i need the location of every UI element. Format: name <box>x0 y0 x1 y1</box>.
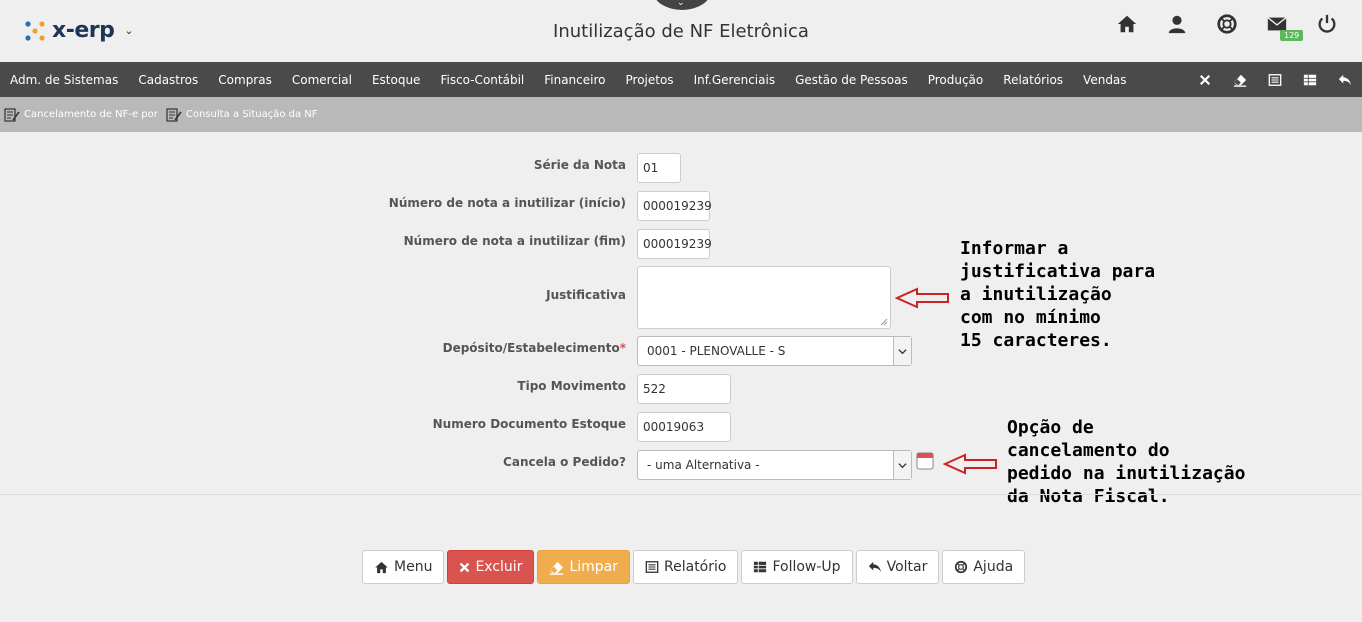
serie-label: Série da Nota <box>533 158 626 172</box>
divider <box>0 494 1362 495</box>
voltar-button-label: Voltar <box>886 559 928 575</box>
collapse-tab[interactable]: ⌄ <box>653 0 711 10</box>
home-icon <box>375 561 388 573</box>
menu-item-fisco-contabil[interactable]: Fisco-Contábil <box>430 73 534 87</box>
serie-input[interactable]: 01 <box>637 153 681 183</box>
cancela-pedido-label: Cancela o Pedido? <box>503 455 626 469</box>
followup-button-label: Follow-Up <box>772 559 841 575</box>
menu-item-cadastros[interactable]: Cadastros <box>128 73 208 87</box>
numero-documento-input[interactable]: 00019063 <box>637 412 731 442</box>
user-icon[interactable] <box>1166 13 1188 35</box>
deposito-label-text: Depósito/Estabelecimento <box>442 341 620 355</box>
close-button[interactable] <box>1187 62 1222 97</box>
mail-count-badge: 129 <box>1280 30 1304 41</box>
close-icon <box>1199 74 1210 85</box>
limpar-button-label: Limpar <box>569 559 619 575</box>
shortcut-label: Consulta a Situação da NF <box>185 109 318 120</box>
annotation-arrow <box>895 287 949 309</box>
annotation-line: pedido na inutilização <box>1007 463 1246 484</box>
eraser-icon <box>1233 74 1246 87</box>
excluir-button[interactable]: Excluir <box>447 550 535 584</box>
chevron-down-icon <box>893 451 911 479</box>
close-icon <box>460 562 470 572</box>
justificativa-annotation: Informar a justificativa para a inutiliz… <box>960 237 1155 352</box>
menu-button[interactable]: Menu <box>362 550 445 584</box>
required-asterisk: * <box>619 341 626 355</box>
shortcut-cancelamento-nfe[interactable]: Cancelamento de NF-e por <box>4 107 158 123</box>
annotation-line: com no mínimo <box>960 307 1101 328</box>
annotation-line: justificativa para <box>960 261 1156 282</box>
menu-button-label: Menu <box>394 559 433 575</box>
annotation-line: Opção de <box>1007 417 1094 438</box>
resize-handle-icon[interactable] <box>880 318 888 326</box>
ajuda-button[interactable]: Ajuda <box>942 550 1026 584</box>
chevron-down-icon: ⌄ <box>677 0 685 8</box>
eraser-button[interactable] <box>1222 62 1257 97</box>
numero-documento-label: Numero Documento Estoque <box>432 417 626 431</box>
edit-document-icon <box>4 107 20 122</box>
annotation-line: a inutilização <box>960 284 1112 305</box>
deposito-selected-value: 0001 - PLENOVALLE - S <box>647 344 786 358</box>
home-icon[interactable] <box>1116 13 1138 35</box>
followup-button[interactable]: Follow-Up <box>741 550 853 584</box>
annotation-arrow <box>943 453 997 475</box>
numero-fim-label: Número de nota a inutilizar (fim) <box>403 234 626 248</box>
main-menu-bar: Adm. de Sistemas Cadastros Compras Comer… <box>0 62 1362 97</box>
edit-document-icon <box>166 107 182 122</box>
chevron-down-icon <box>893 337 911 365</box>
back-button[interactable] <box>1327 62 1362 97</box>
excluir-button-label: Excluir <box>475 559 523 575</box>
shortcut-label: Cancelamento de NF-e por <box>24 109 158 120</box>
menu-item-compras[interactable]: Compras <box>208 73 282 87</box>
annotation-line: Informar a <box>960 238 1069 259</box>
tipo-movimento-input[interactable]: 522 <box>637 374 731 404</box>
relatorio-button[interactable]: Relatório <box>633 550 739 584</box>
shortcut-consulta-situacao[interactable]: Consulta a Situação da NF <box>166 107 318 123</box>
voltar-button[interactable]: Voltar <box>855 550 940 584</box>
ajuda-button-label: Ajuda <box>973 559 1014 575</box>
top-header: ⌄ x-erp ⌄ Inutilização de NF Eletrônica … <box>0 0 1362 57</box>
cancela-selected-value: - uma Alternativa - <box>647 458 760 472</box>
limpar-button[interactable]: Limpar <box>537 550 631 584</box>
menu-item-estoque[interactable]: Estoque <box>362 73 431 87</box>
annotation-line: cancelamento do <box>1007 440 1170 461</box>
menu-item-adm-sistemas[interactable]: Adm. de Sistemas <box>0 73 128 87</box>
power-icon[interactable] <box>1316 13 1338 35</box>
report-button[interactable] <box>1257 62 1292 97</box>
menu-item-inf-gerenciais[interactable]: Inf.Gerenciais <box>684 73 786 87</box>
tipo-movimento-label: Tipo Movimento <box>517 379 626 393</box>
numero-inicio-label: Número de nota a inutilizar (início) <box>388 196 626 210</box>
cancela-pedido-select[interactable]: - uma Alternativa - <box>637 450 912 480</box>
menu-item-projetos[interactable]: Projetos <box>616 73 684 87</box>
annotation-line: 15 caracteres. <box>960 330 1112 351</box>
justificativa-textarea[interactable] <box>637 266 891 329</box>
followup-button[interactable] <box>1292 62 1327 97</box>
menu-item-relatorios[interactable]: Relatórios <box>993 73 1073 87</box>
numero-inicio-input[interactable]: 000019239 <box>637 191 712 221</box>
lifebuoy-icon <box>955 560 968 574</box>
table-icon <box>754 561 767 573</box>
menu-item-producao[interactable]: Produção <box>918 73 994 87</box>
undo-icon <box>1338 74 1351 85</box>
list-icon <box>645 561 659 573</box>
menu-item-vendas[interactable]: Vendas <box>1073 73 1137 87</box>
undo-icon <box>868 561 881 573</box>
relatorio-button-label: Relatório <box>664 559 727 575</box>
deposito-select[interactable]: 0001 - PLENOVALLE - S <box>637 336 912 366</box>
menu-item-financeiro[interactable]: Financeiro <box>534 73 615 87</box>
justificativa-label: Justificativa <box>546 288 626 302</box>
mail-button[interactable]: 129 <box>1266 13 1304 41</box>
lifebuoy-icon[interactable] <box>1216 13 1238 35</box>
action-bar: Menu Excluir Limpar Relatório Follow-Up … <box>362 550 1026 584</box>
list-icon <box>1268 73 1281 86</box>
deposito-label: Depósito/Estabelecimento* <box>326 341 626 355</box>
menu-item-comercial[interactable]: Comercial <box>282 73 362 87</box>
shortcut-bar: Cancelamento de NF-e por Consulta a Situ… <box>0 97 1362 132</box>
table-icon <box>1303 74 1316 85</box>
eraser-icon <box>550 561 564 575</box>
annotation-line: da Nota Fiscal. <box>1007 486 1170 507</box>
menu-item-gestao-pessoas[interactable]: Gestão de Pessoas <box>785 73 918 87</box>
calendar-icon[interactable] <box>916 452 934 470</box>
numero-fim-input[interactable]: 000019239 <box>637 229 712 259</box>
